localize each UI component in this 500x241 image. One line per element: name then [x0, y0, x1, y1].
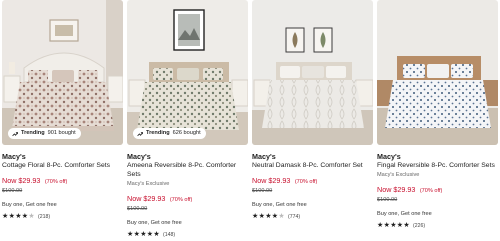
trending-badge: Trending 901 bought — [8, 128, 81, 139]
bedroom-photo — [377, 0, 498, 145]
original-price: $100.00 — [377, 197, 398, 203]
product-card[interactable]: Macy's Neutral Damask 8-Pc. Comforter Se… — [252, 0, 373, 241]
star-rating[interactable]: ★ ★ ★ ★ ★ (148) — [127, 231, 248, 239]
star-half-icon: ★ — [21, 213, 28, 220]
star-rating[interactable]: ★ ★ ★ ★ ★ (774) — [252, 213, 373, 221]
product-title[interactable]: Fingal Reversible 8-Pc. Comforter Sets — [377, 161, 498, 170]
trending-up-icon — [12, 131, 18, 136]
star-icon: ★ — [252, 213, 259, 220]
review-count: (218) — [37, 214, 51, 220]
star-icon: ★ — [15, 213, 22, 220]
price-row: Now $29.93 (70% off) — [377, 183, 498, 196]
star-half-icon: ★ — [403, 222, 410, 229]
product-title[interactable]: Ameena Reversible 8-Pc. Comforter Sets — [127, 161, 248, 179]
trending-badge: Trending 626 bought — [133, 128, 206, 139]
promo-text: Buy one, Get one free — [127, 220, 182, 226]
star-rating[interactable]: ★ ★ ★ ★ ★ (218) — [2, 213, 123, 221]
product-brand: Macy's — [2, 152, 26, 161]
star-icon: ★ — [265, 213, 272, 220]
bedroom-photo — [252, 0, 373, 145]
original-price: $100.00 — [252, 188, 273, 194]
sale-price: Now $29.93 — [377, 185, 416, 194]
price-row: Now $29.93 (70% off) — [252, 174, 373, 187]
trending-count: 626 bought — [172, 130, 201, 136]
promo-text: Buy one, Get one free — [252, 202, 307, 208]
review-count: (148) — [162, 232, 176, 238]
product-brand: Macy's — [252, 152, 276, 161]
exclusive-label: Macy's Exclusive — [127, 181, 170, 187]
discount-percent: (70% off) — [419, 188, 443, 194]
product-grid: Trending 901 bought Macy's Cottage Flora… — [0, 0, 500, 241]
star-icon: ★ — [8, 213, 15, 220]
original-price: $100.00 — [2, 188, 23, 194]
star-icon: ★ — [2, 213, 9, 220]
original-price: $100.00 — [127, 206, 148, 212]
discount-percent: (70% off) — [294, 179, 318, 185]
promo-text: Buy one, Get one free — [2, 202, 57, 208]
star-rating[interactable]: ★ ★ ★ ★ ★ (226) — [377, 222, 498, 230]
trending-count: 901 bought — [47, 130, 76, 136]
trending-label: Trending — [146, 130, 170, 136]
star-icon: ★ — [140, 231, 147, 238]
star-icon: ★ — [396, 222, 403, 229]
product-image[interactable] — [252, 0, 373, 145]
star-icon: ★ — [390, 222, 397, 229]
bedroom-photo — [2, 0, 123, 145]
star-half-icon: ★ — [271, 213, 278, 220]
star-icon: ★ — [133, 231, 140, 238]
product-brand: Macy's — [377, 152, 401, 161]
product-image[interactable]: Trending 626 bought — [127, 0, 248, 145]
product-card[interactable]: Trending 901 bought Macy's Cottage Flora… — [2, 0, 123, 241]
star-icon: ★ — [383, 222, 390, 229]
star-half-icon: ★ — [153, 231, 160, 238]
star-icon: ★ — [127, 231, 134, 238]
discount-percent: (70% off) — [44, 179, 68, 185]
bedroom-photo — [127, 0, 248, 145]
exclusive-label: Macy's Exclusive — [377, 172, 420, 178]
product-title[interactable]: Neutral Damask 8-Pc. Comforter Set — [252, 161, 373, 170]
trending-label: Trending — [21, 130, 45, 136]
review-count: (226) — [412, 223, 426, 229]
review-count: (774) — [287, 214, 301, 220]
star-icon: ★ — [258, 213, 265, 220]
star-empty-icon: ★ — [28, 213, 35, 220]
product-card[interactable]: Trending 626 bought Macy's Ameena Revers… — [127, 0, 248, 241]
product-card[interactable]: Macy's Fingal Reversible 8-Pc. Comforter… — [377, 0, 498, 241]
product-title[interactable]: Cottage Floral 8-Pc. Comforter Sets — [2, 161, 123, 170]
product-brand: Macy's — [127, 152, 151, 161]
product-image[interactable] — [377, 0, 498, 145]
sale-price: Now $29.93 — [252, 176, 291, 185]
sale-price: Now $29.93 — [2, 176, 41, 185]
price-row: Now $29.93 (70% off) — [2, 174, 123, 187]
discount-percent: (70% off) — [169, 197, 193, 203]
price-row: Now $29.93 (70% off) — [127, 192, 248, 205]
product-image[interactable]: Trending 901 bought — [2, 0, 123, 145]
sale-price: Now $29.93 — [127, 194, 166, 203]
star-empty-icon: ★ — [278, 213, 285, 220]
star-icon: ★ — [377, 222, 384, 229]
star-icon: ★ — [146, 231, 153, 238]
trending-up-icon — [137, 131, 143, 136]
promo-text: Buy one, Get one free — [377, 211, 432, 217]
